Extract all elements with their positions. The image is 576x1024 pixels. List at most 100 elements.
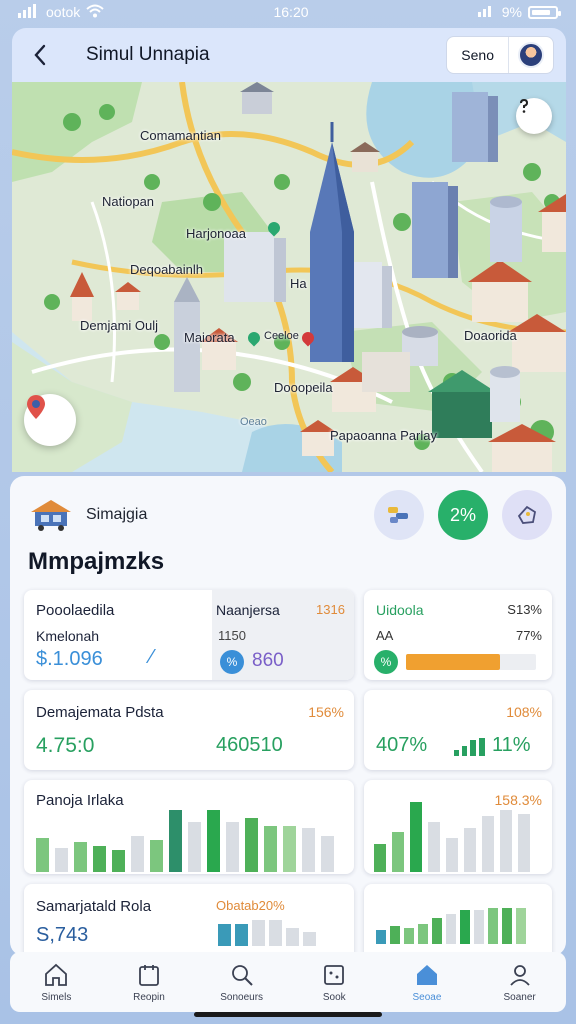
- nav-item-places[interactable]: Seoae: [387, 962, 467, 1003]
- nav-label: Reopin: [133, 991, 165, 1003]
- house-icon: [414, 962, 440, 988]
- bar: [460, 910, 470, 944]
- map-label: Demjami Oulj: [80, 318, 159, 333]
- card-value: S,743: [36, 924, 89, 946]
- stats-card-primary[interactable]: Pooolaedila Kmelonah $.1.096 ⁄ Naanjersa…: [24, 590, 354, 680]
- sheet-subtitle: Simajgia: [86, 506, 148, 523]
- nav-item-report[interactable]: Reopin: [109, 962, 189, 1003]
- card-value: 407%: [376, 734, 428, 756]
- help-button[interactable]: [516, 98, 552, 134]
- nav-item-profile[interactable]: Soaner: [480, 962, 560, 1003]
- signal-icon: [477, 4, 496, 20]
- bar-chart-card[interactable]: Panoja Irlaka: [24, 780, 354, 874]
- bar: [226, 822, 239, 872]
- bar-chart-card[interactable]: 158.3%: [364, 780, 552, 874]
- card-label: Kmelonah: [36, 628, 100, 644]
- bar: [404, 928, 414, 944]
- card-percent: 1316: [316, 602, 345, 617]
- dashboard-sheet: Simajgia 2% Mmpajmzks Pooolaedila Kmelon…: [10, 476, 566, 956]
- bottom-nav: Simels Reopin Sonoeurs Sook Seoae Soaner: [10, 952, 566, 1012]
- progress-track: [406, 654, 536, 670]
- bar: [446, 914, 456, 944]
- card-percent: Obatab20%: [216, 898, 285, 913]
- map-canvas: [12, 82, 566, 472]
- bar: [36, 838, 49, 872]
- card-label: Samarjatald Rola: [36, 898, 152, 915]
- tag-icon: [517, 505, 537, 524]
- map-label: Doaorida: [464, 328, 517, 343]
- nav-label: Sook: [322, 991, 346, 1003]
- status-left: ootok: [18, 3, 104, 21]
- nav-label: Sonoeurs: [220, 991, 264, 1003]
- nav-item-scan[interactable]: Sook: [294, 962, 374, 1003]
- map-label: Ha: [290, 276, 307, 291]
- stats-card-secondary[interactable]: Demajemata Pdsta 156% 4.75:0 460510: [24, 690, 354, 770]
- bar: [500, 810, 512, 872]
- calendar-icon: [136, 962, 162, 988]
- user-icon: [507, 962, 533, 988]
- bar: [474, 910, 484, 944]
- nav-label: Simels: [41, 991, 72, 1003]
- mini-bar: [218, 924, 231, 946]
- bar: [392, 832, 404, 872]
- card-label: Pooolaedila: [36, 602, 115, 619]
- card-label: Uidoola: [376, 602, 424, 618]
- bar: [376, 930, 386, 944]
- card-label: Naanjersa: [216, 602, 280, 618]
- card-value: 460510: [216, 734, 283, 756]
- bar: [428, 822, 440, 872]
- bar: [188, 822, 201, 872]
- bar: [131, 836, 144, 872]
- bar-chart: [36, 810, 336, 872]
- bar: [410, 802, 422, 872]
- nav-item-home[interactable]: Simels: [16, 962, 96, 1003]
- card-percent: 156%: [308, 704, 344, 720]
- palette-icon: [388, 507, 408, 523]
- map-label: Natiopan: [102, 194, 155, 209]
- bar: [302, 828, 315, 872]
- stats-card-bottom[interactable]: Samarjatald Rola Obatab20% S,743: [24, 884, 354, 956]
- mini-bar: [235, 924, 248, 946]
- bar: [169, 810, 182, 872]
- header-action-button[interactable]: Seno: [447, 37, 509, 73]
- map-label: Papaoanna Parlay: [330, 428, 437, 443]
- tag-button[interactable]: [502, 490, 552, 540]
- locate-button[interactable]: [24, 394, 76, 446]
- palette-button[interactable]: [374, 490, 424, 540]
- stats-card-growth[interactable]: 108% 407% 11%: [364, 690, 552, 770]
- bar: [464, 828, 476, 872]
- bar: [150, 840, 163, 872]
- bar: [418, 924, 428, 944]
- status-right: 9%: [477, 4, 561, 20]
- wifi-icon: [86, 4, 104, 21]
- mini-bar: [479, 738, 485, 756]
- map-label: Ceeloe: [264, 330, 299, 342]
- back-button[interactable]: [24, 39, 56, 71]
- bar: [283, 826, 296, 872]
- nav-item-search[interactable]: Sonoeurs: [202, 962, 282, 1003]
- progress-fill: [406, 654, 500, 670]
- battery-icon: [528, 5, 561, 19]
- card-value: 860: [252, 650, 284, 671]
- bar-chart-card[interactable]: [364, 884, 552, 956]
- map-view[interactable]: Comamantian Natiopan Harjonoaa Deqoabain…: [12, 82, 566, 472]
- bar: [245, 818, 258, 872]
- chevron-left-icon: [34, 44, 46, 66]
- percent-badge-icon: %: [220, 650, 244, 674]
- bar: [502, 908, 512, 944]
- percent-button[interactable]: 2%: [438, 490, 488, 540]
- map-label: Deqoabainlh: [130, 262, 204, 277]
- map-label: Harjonoaa: [186, 226, 246, 241]
- question-icon: [520, 98, 529, 113]
- bar-chart: [376, 898, 546, 944]
- mini-bar: [470, 740, 476, 756]
- mini-bar: [269, 920, 282, 946]
- mini-bar: [286, 928, 299, 946]
- bar: [518, 814, 530, 872]
- stats-card-progress[interactable]: Uidoola S13% AA 77% %: [364, 590, 552, 680]
- card-subvalue: 1150: [218, 628, 246, 643]
- mini-bars: [218, 920, 316, 946]
- card-value: 4.75:0: [36, 734, 95, 757]
- avatar[interactable]: [509, 37, 553, 73]
- header-actions: Seno: [446, 36, 554, 74]
